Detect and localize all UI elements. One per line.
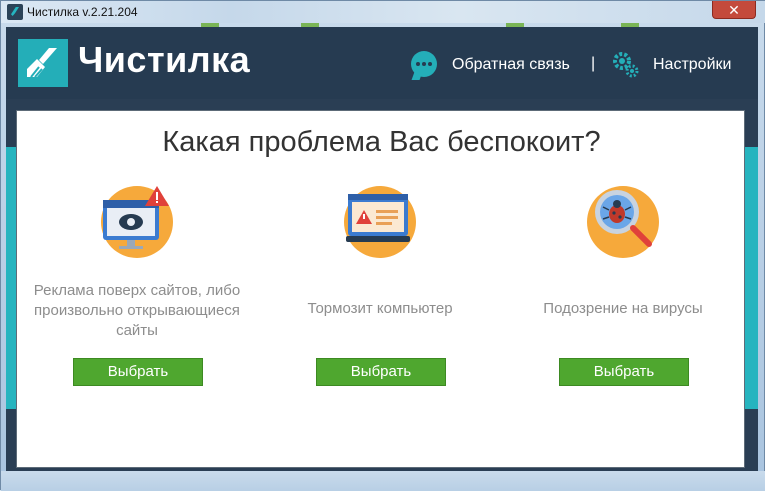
monitor-eye-warning-icon [101,186,173,258]
computer-warning-icon [344,186,416,258]
app-icon [7,4,23,20]
select-button-virus[interactable]: Выбрать [559,358,689,386]
select-button-ads[interactable]: Выбрать [73,358,203,386]
problem-selection-panel: Какая проблема Вас беспокоит? Реклама по… [16,110,745,468]
option-label: Подозрение на вирусы [543,300,703,317]
accent-stripe-left [6,147,16,409]
logo-icon [18,39,68,87]
option-label: Реклама поверх сайтов, либо произвольно … [33,282,241,339]
page-title: Какая проблема Вас беспокоит? [162,126,601,158]
chat-bubble-icon[interactable] [411,51,437,77]
gear-icon[interactable] [612,51,640,79]
bug-magnifier-icon [587,186,659,258]
window-bottom-frame [1,471,765,491]
app-window: Чистилка v.2.21.204 ✕ Чистилка Обратная … [0,0,765,491]
header-separator: | [591,55,596,72]
select-button-slow[interactable]: Выбрать [316,358,446,386]
title-bar[interactable]: Чистилка v.2.21.204 ✕ [1,1,765,27]
logo-text: Чистилка [78,39,251,80]
window-title: Чистилка v.2.21.204 [27,5,138,19]
app-header: Чистилка Обратная связь | Настройки [6,27,758,99]
option-label: Тормозит компьютер [307,300,453,317]
close-button[interactable]: ✕ [712,1,756,19]
feedback-link[interactable]: Обратная связь [452,56,570,74]
accent-stripe-right [745,147,758,409]
settings-link[interactable]: Настройки [653,56,731,74]
